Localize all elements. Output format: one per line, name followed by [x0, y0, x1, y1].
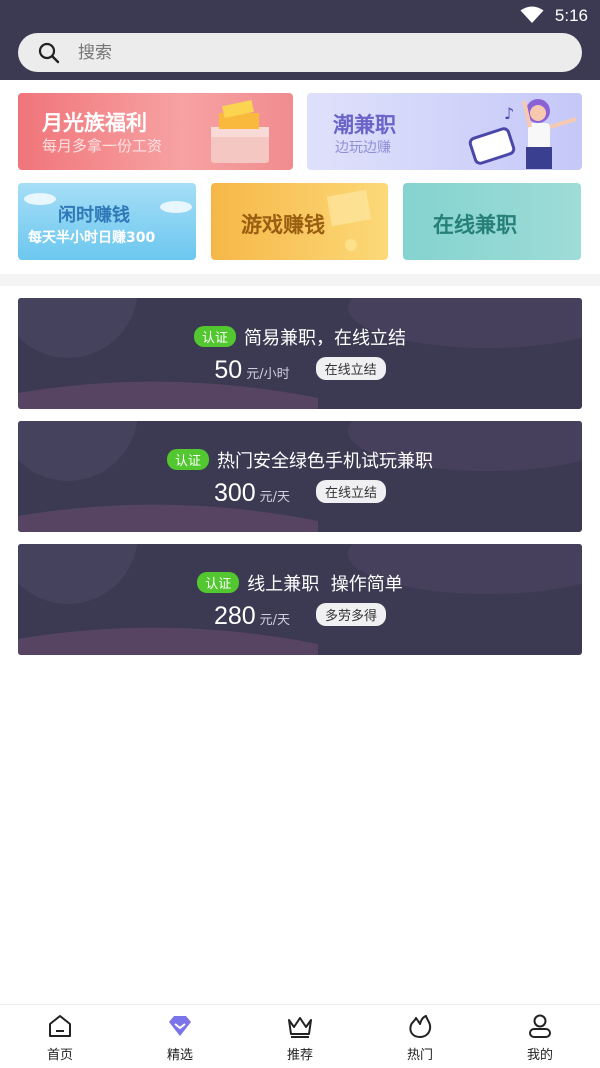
tab-label: 推荐 — [286, 1048, 313, 1063]
fire-icon — [409, 1015, 432, 1038]
tab-mine[interactable]: 我的 — [480, 1005, 600, 1068]
banner-spare-time-earn[interactable]: 闲时赚钱 每天半小时日赚300 — [18, 183, 196, 260]
verified-badge: 认证 — [166, 449, 209, 470]
job-tag: 在线立结 — [316, 480, 387, 503]
tab-hot[interactable]: 热门 — [360, 1005, 480, 1068]
gift-box-icon — [211, 100, 269, 163]
search-bar[interactable] — [18, 33, 582, 72]
banner-subtitle: 边玩边赚 — [335, 140, 391, 156]
tab-label: 热门 — [406, 1048, 433, 1063]
tab-label: 首页 — [46, 1048, 73, 1063]
status-bar: 5:16 — [0, 0, 600, 32]
job-tag: 在线立结 — [315, 357, 386, 380]
search-input[interactable] — [78, 33, 558, 72]
job-price-row: 300 元/天 在线立结 — [18, 479, 582, 508]
dancing-girl-illustration: ♪ — [468, 99, 577, 169]
tab-home[interactable]: 首页 — [0, 1005, 120, 1068]
banner-game-earn[interactable]: 游戏赚钱 — [211, 183, 388, 260]
job-tag: 多劳多得 — [316, 603, 387, 626]
verified-badge: 认证 — [193, 326, 236, 347]
banner-title: 潮兼职 — [333, 113, 396, 137]
job-price-unit: 元/天 — [259, 490, 291, 505]
banner-title: 月光族福利 — [42, 111, 147, 135]
card-wave-decoration — [18, 421, 582, 532]
tab-recommend[interactable]: 推荐 — [240, 1005, 360, 1068]
banner-subtitle: 每天半小时日赚300 — [28, 230, 156, 246]
job-card[interactable]: 认证 简易兼职，在线立结 50 元/小时 在线立结 — [18, 298, 582, 409]
job-price: 50 — [214, 356, 243, 384]
card-wave-decoration — [18, 298, 582, 409]
search-icon — [38, 42, 60, 64]
diamond-icon — [169, 1016, 191, 1036]
job-title-row: 认证 简易兼职，在线立结 — [18, 324, 582, 350]
job-price: 280 — [213, 602, 256, 630]
job-title: 线上兼职 操作简单 — [247, 574, 403, 595]
svg-text:♪: ♪ — [504, 104, 514, 123]
job-card[interactable]: 认证 线上兼职 操作简单 280 元/天 多劳多得 — [18, 544, 582, 655]
job-title-row: 认证 线上兼职 操作简单 — [18, 570, 582, 596]
card-wave-decoration — [18, 544, 582, 655]
job-card[interactable]: 认证 热门安全绿色手机试玩兼职 300 元/天 在线立结 — [18, 421, 582, 532]
job-price: 300 — [213, 479, 256, 507]
user-icon — [529, 1014, 551, 1038]
job-price-row: 50 元/小时 在线立结 — [18, 356, 582, 385]
banner-title: 游戏赚钱 — [241, 213, 325, 237]
tab-featured[interactable]: 精选 — [120, 1005, 240, 1068]
banner-subtitle: 每月多拿一份工资 — [42, 137, 163, 155]
crown-icon — [288, 1017, 312, 1038]
job-title: 热门安全绿色手机试玩兼职 — [217, 451, 433, 472]
section-divider — [0, 274, 600, 286]
status-time: 5:16 — [554, 6, 588, 25]
banner-title: 闲时赚钱 — [58, 205, 130, 226]
job-price-unit: 元/天 — [259, 613, 291, 628]
bottom-tab-bar: 首页 精选 推荐 热门 我的 — [0, 1004, 600, 1067]
banner-online-parttime[interactable]: 在线兼职 — [403, 183, 581, 260]
home-icon — [49, 1015, 71, 1037]
tab-label: 精选 — [166, 1048, 193, 1063]
app-header: 5:16 — [0, 0, 600, 80]
job-title-row: 认证 热门安全绿色手机试玩兼职 — [18, 447, 582, 473]
verified-badge: 认证 — [197, 572, 240, 593]
wifi-icon — [520, 6, 544, 23]
job-price-unit: 元/小时 — [246, 367, 290, 382]
banner-monthly-welfare[interactable]: 月光族福利 每月多拿一份工资 — [18, 93, 293, 170]
job-title: 简易兼职，在线立结 — [244, 328, 406, 349]
banner-title: 在线兼职 — [433, 213, 517, 237]
job-price-row: 280 元/天 多劳多得 — [18, 602, 582, 631]
banner-trendy-parttime[interactable]: ♪ 潮兼职 边玩边赚 — [307, 93, 582, 170]
tab-label: 我的 — [526, 1048, 553, 1063]
